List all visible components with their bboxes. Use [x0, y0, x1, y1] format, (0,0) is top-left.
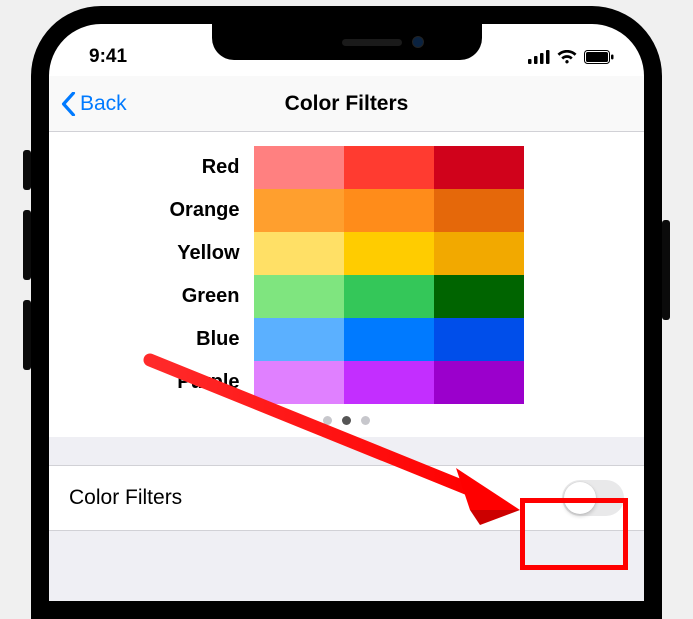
color-swatch [344, 189, 434, 232]
phone-volume-up-button [23, 210, 31, 280]
color-row [254, 361, 524, 404]
color-row [254, 232, 524, 275]
phone-volume-down-button [23, 300, 31, 370]
color-swatch [344, 361, 434, 404]
color-filters-toggle[interactable] [562, 480, 624, 516]
phone-front-camera [412, 36, 424, 48]
color-swatch [254, 146, 344, 189]
color-swatch [344, 232, 434, 275]
page-dot[interactable] [342, 416, 351, 425]
phone-side-button [662, 220, 670, 320]
page-indicator[interactable] [49, 416, 644, 425]
page-title: Color Filters [49, 92, 644, 116]
color-filters-label: Color Filters [69, 486, 182, 510]
phone-notch [212, 24, 482, 60]
back-button[interactable]: Back [61, 92, 127, 116]
phone-speaker [342, 39, 402, 46]
color-swatch [344, 318, 434, 361]
color-row-label: Orange [169, 189, 243, 232]
color-swatch [434, 189, 524, 232]
color-swatch [434, 275, 524, 318]
page-dot[interactable] [323, 416, 332, 425]
color-swatch [254, 361, 344, 404]
wifi-icon [557, 50, 577, 64]
cellular-signal-icon [528, 50, 550, 64]
color-swatch [254, 318, 344, 361]
content-area: RedOrangeYellowGreenBluePurple Color Fil… [49, 132, 644, 601]
color-swatch [254, 232, 344, 275]
color-row-label: Blue [169, 318, 243, 361]
color-swatch [254, 275, 344, 318]
phone-frame: 9:41 Back Color Filters [31, 6, 662, 619]
color-row-label: Green [169, 275, 243, 318]
color-row-label: Red [169, 146, 243, 189]
color-row-label: Purple [169, 361, 243, 404]
color-row [254, 275, 524, 318]
phone-ringer-switch [23, 150, 31, 190]
color-row-label: Yellow [169, 232, 243, 275]
color-row [254, 318, 524, 361]
color-swatch [434, 232, 524, 275]
color-grid [254, 146, 524, 404]
battery-icon [584, 50, 614, 64]
color-swatch [434, 146, 524, 189]
color-row-labels: RedOrangeYellowGreenBluePurple [169, 146, 243, 404]
phone-screen: 9:41 Back Color Filters [49, 24, 644, 601]
chevron-left-icon [61, 92, 76, 116]
color-swatch [254, 189, 344, 232]
nav-bar: Back Color Filters [49, 76, 644, 132]
status-time: 9:41 [89, 46, 127, 68]
toggle-knob [564, 482, 596, 514]
color-swatch [434, 361, 524, 404]
color-row [254, 146, 524, 189]
back-label: Back [80, 92, 127, 116]
color-filters-row[interactable]: Color Filters [49, 465, 644, 531]
color-swatch [344, 275, 434, 318]
color-swatch [434, 318, 524, 361]
color-row [254, 189, 524, 232]
color-swatch [344, 146, 434, 189]
status-indicators [528, 50, 614, 64]
color-preview-pane[interactable]: RedOrangeYellowGreenBluePurple [49, 132, 644, 437]
page-dot[interactable] [361, 416, 370, 425]
